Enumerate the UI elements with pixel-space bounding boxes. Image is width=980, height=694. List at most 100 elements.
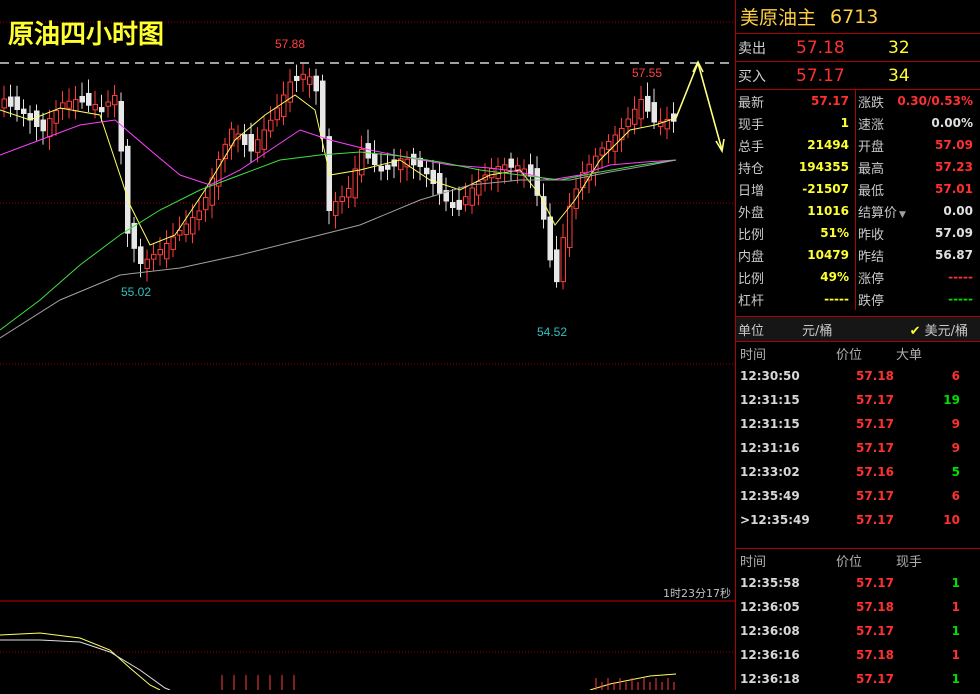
stat-cell: 最新 57.17 <box>736 90 856 112</box>
candle <box>66 100 72 109</box>
bid-volume: 34 <box>888 65 910 86</box>
unit-row: 单位 元/桶 ✔ 美元/桶 <box>736 316 980 342</box>
candle <box>515 165 521 171</box>
table-row[interactable]: 12:31:15 57.17 19 <box>736 388 980 412</box>
table-row[interactable]: 12:31:16 57.17 9 <box>736 436 980 460</box>
candle <box>281 94 287 118</box>
table-row[interactable]: 12:36:16 57.18 1 <box>736 643 980 667</box>
instrument-header[interactable]: 美原油主 6713 <box>736 0 980 34</box>
stat-cell: 最高 57.23 <box>858 160 973 177</box>
table-row[interactable]: 12:36:18 57.17 1 <box>736 667 980 691</box>
stat-cell: 涨停 ----- <box>858 270 973 287</box>
stat-cell: 比例 49% <box>736 266 856 288</box>
candle <box>196 210 202 221</box>
candle <box>8 96 14 107</box>
candle <box>359 149 365 176</box>
candle <box>333 201 339 216</box>
ask-row[interactable]: 卖出 57.18 32 <box>736 34 980 61</box>
candle <box>60 102 66 110</box>
candle <box>632 108 638 125</box>
table-row[interactable]: 12:33:02 57.16 5 <box>736 460 980 484</box>
ask-label: 卖出 <box>738 40 766 57</box>
stat-cell: 开盘 57.09 <box>858 138 973 155</box>
candle <box>73 99 79 112</box>
candle <box>469 187 475 206</box>
candle <box>255 139 261 153</box>
candle <box>625 118 631 128</box>
candle <box>378 165 384 172</box>
candle <box>424 167 430 175</box>
indicator-line <box>589 673 677 691</box>
candle <box>567 205 573 249</box>
chart-title: 原油四小时图 <box>8 20 165 50</box>
candle <box>313 75 319 92</box>
candle <box>34 110 40 128</box>
candle <box>560 237 566 283</box>
candle <box>47 118 53 138</box>
quote-panel: 美原油主 6713 卖出 57.18 32 买入 57.17 34 最新 57.1… <box>735 0 980 690</box>
candle <box>79 95 85 103</box>
bid-price: 57.17 <box>796 65 845 86</box>
table-row[interactable]: 12:36:08 57.17 1 <box>736 619 980 643</box>
instrument-name: 美原油主 <box>740 7 817 29</box>
moving-averages <box>0 94 677 339</box>
table-row[interactable]: 12:35:58 57.17 1 <box>736 571 980 595</box>
stat-cell: 比例 51% <box>736 222 856 244</box>
candle <box>164 243 170 260</box>
candle <box>190 217 196 235</box>
unit-label: 单位 <box>738 323 765 339</box>
candle <box>651 102 657 123</box>
stat-cell: 日增 -21507 <box>736 178 856 200</box>
ask-price: 57.18 <box>796 37 845 58</box>
candle <box>320 80 326 139</box>
candle <box>99 107 105 113</box>
stats-grid: 最新 57.17 涨跌 0.30/0.53% 现手 1 速涨 0.00% 总手 21494 开盘 57… <box>736 90 980 310</box>
dropdown-icon: ▼ <box>899 209 906 220</box>
candle <box>125 145 131 234</box>
candle <box>489 168 495 179</box>
candle <box>268 119 274 132</box>
table-row[interactable]: >12:35:49 57.17 10 <box>736 508 980 532</box>
stat-cell: 涨跌 0.30/0.53% <box>858 94 973 111</box>
table-row[interactable]: 12:31:15 57.17 9 <box>736 412 980 436</box>
candle <box>21 108 27 114</box>
table-header: 时间 价位 大单 <box>740 347 923 363</box>
stat-cell: 结算价 ▼ 0.00 <box>858 204 973 221</box>
candlestick-chart[interactable]: 57.88 57.55 55.02 54.52 原油四小时图 1时23分17秒 <box>0 0 735 691</box>
large-trades-table: 时间 价位 大单 12:30:50 57.18 6 12:31:15 57.17 19 12:31… <box>736 342 980 532</box>
ask-volume: 32 <box>888 37 910 58</box>
instrument-code: 6713 <box>830 5 879 28</box>
table-row[interactable]: 12:30:50 57.18 6 <box>736 364 980 388</box>
candle <box>385 164 391 170</box>
low-label-1: 55.02 <box>121 285 151 299</box>
tick-trades-table: 时间 价位 现手 12:35:58 57.17 1 12:36:05 57.18 1 12:36:… <box>736 548 980 691</box>
projection-arrow <box>675 60 723 151</box>
indicator-line <box>0 639 171 691</box>
candle <box>1 98 7 109</box>
bar-countdown: 1时23分17秒 <box>663 587 731 600</box>
high-label-1: 57.88 <box>275 37 305 51</box>
candle <box>463 196 469 206</box>
candle <box>606 141 612 150</box>
candle <box>411 153 417 166</box>
table-row[interactable]: 12:36:05 57.18 1 <box>736 595 980 619</box>
bid-row[interactable]: 买入 57.17 34 <box>736 62 980 89</box>
candle <box>508 158 514 168</box>
moving-average-line <box>0 119 677 186</box>
stat-cell: 速涨 0.00% <box>858 116 973 133</box>
candle <box>157 249 163 256</box>
table-row[interactable]: 12:35:49 57.17 6 <box>736 484 980 508</box>
unit-toggle[interactable]: ✔ 美元/桶 <box>902 320 980 339</box>
candle <box>339 196 345 202</box>
stat-cell: 外盘 11016 <box>736 200 856 222</box>
candle <box>203 197 209 211</box>
candle <box>645 95 651 112</box>
candle <box>138 246 144 264</box>
candle <box>554 249 560 283</box>
candle <box>40 119 46 132</box>
candle <box>502 164 508 171</box>
candle <box>177 230 183 236</box>
stat-cell: 跌停 ----- <box>858 292 973 309</box>
candle <box>300 73 306 80</box>
candle <box>112 95 118 106</box>
